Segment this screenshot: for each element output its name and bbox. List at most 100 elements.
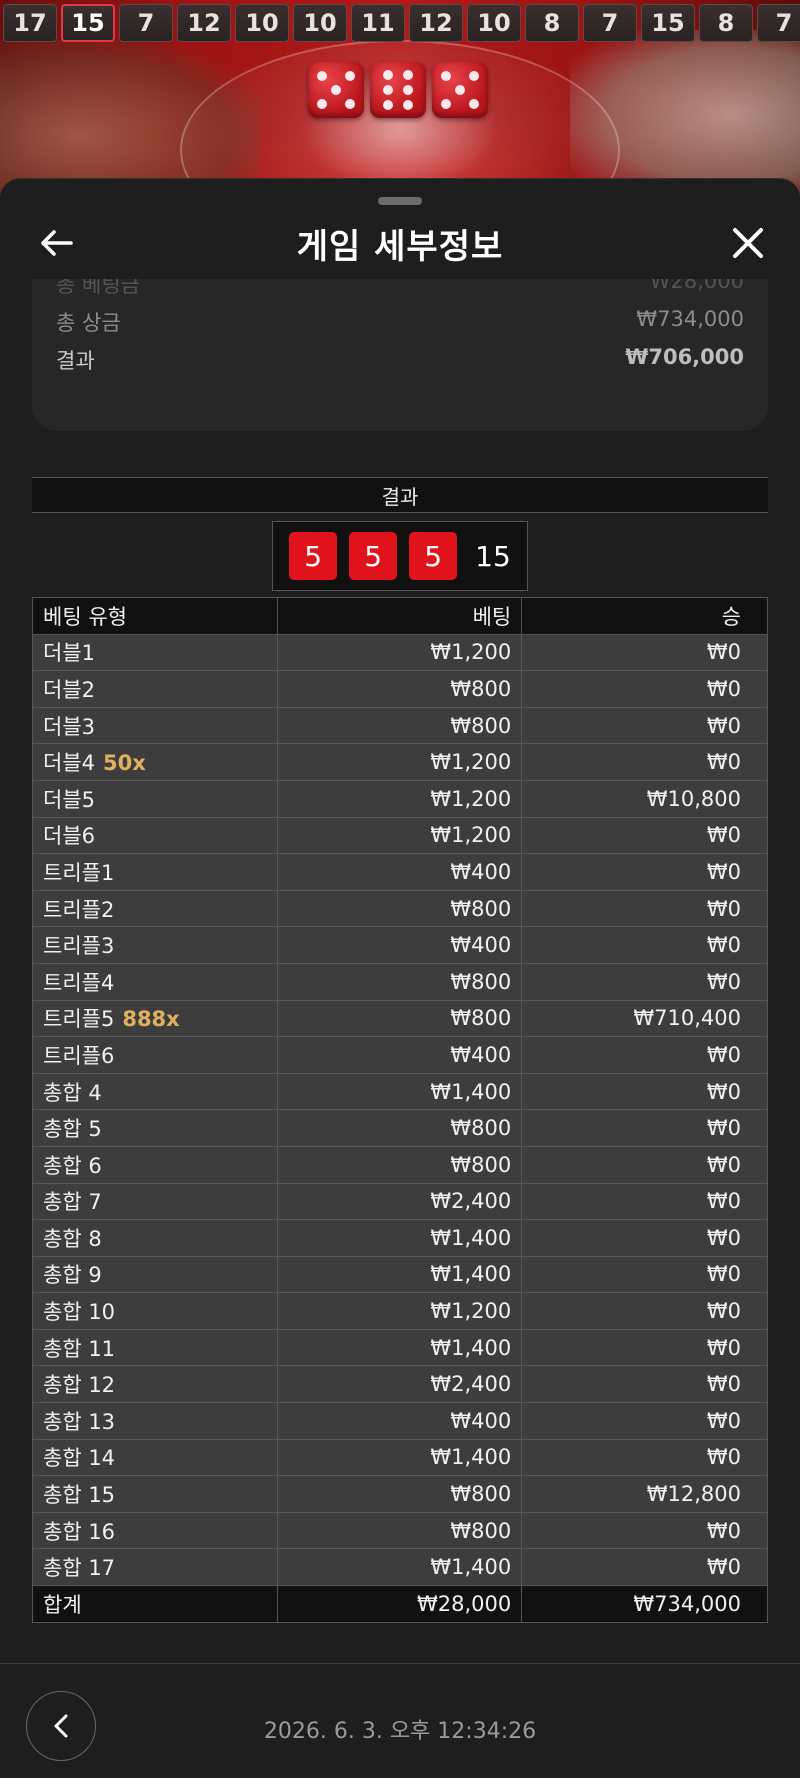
result-dice-box: 5 5 5 15 bbox=[272, 521, 528, 591]
column-header-bet-type: 베팅 유형 bbox=[32, 597, 278, 635]
bet-type-label: 총합 10 bbox=[43, 1300, 116, 1325]
bet-type-cell: 총합 15 bbox=[32, 1475, 278, 1513]
win-amount-cell: ₩0 bbox=[521, 1036, 768, 1074]
bet-type-label: 더블2 bbox=[43, 677, 96, 702]
win-amount-cell: ₩0 bbox=[521, 1109, 768, 1147]
win-amount-cell: ₩10,800 bbox=[521, 779, 768, 818]
bet-amount-cell: ₩1,400 bbox=[276, 1219, 523, 1257]
bet-type-label: 트리플2 bbox=[43, 897, 115, 922]
win-amount-cell: ₩0 bbox=[521, 1511, 768, 1550]
bet-type-cell: 트리플6 bbox=[32, 1036, 278, 1074]
history-tile: 11 bbox=[351, 4, 405, 42]
close-button[interactable] bbox=[726, 221, 770, 265]
bet-type-label: 더블4 bbox=[43, 751, 96, 776]
bet-type-cell: 더블5 bbox=[32, 779, 278, 818]
bet-type-label: 총합 8 bbox=[43, 1226, 102, 1251]
previous-round-button[interactable] bbox=[26, 1691, 96, 1761]
bet-amount-cell: ₩1,400 bbox=[276, 1438, 523, 1477]
bet-type-label: 더블3 bbox=[43, 714, 96, 739]
bet-type-cell: 총합 11 bbox=[32, 1328, 278, 1367]
bet-amount-cell: ₩1,200 bbox=[276, 743, 523, 781]
bet-type-label: 총합 15 bbox=[43, 1483, 116, 1508]
bet-type-cell: 총합 17 bbox=[32, 1548, 278, 1587]
die-icon bbox=[370, 62, 426, 118]
bet-type-label: 트리플4 bbox=[43, 970, 115, 995]
table-row: 더블6 ₩1,200 ₩0 bbox=[32, 816, 768, 855]
bet-amount-cell: ₩1,200 bbox=[276, 779, 523, 818]
history-tile: 10 bbox=[293, 4, 347, 42]
bet-type-label: 더블6 bbox=[43, 824, 96, 849]
bet-type-label: 더블5 bbox=[43, 787, 96, 812]
page-title: 게임 세부정보 bbox=[296, 227, 504, 267]
game-details-sheet: 게임 세부정보 총 베팅금 ₩28,000 총 상금 ₩734,000 결과 ₩… bbox=[0, 178, 800, 1778]
table-row: 총합 12 ₩2,400 ₩0 bbox=[32, 1365, 768, 1404]
table-row: 총합 17 ₩1,400 ₩0 bbox=[32, 1548, 768, 1587]
close-icon bbox=[733, 228, 763, 258]
bet-type-label: 총합 13 bbox=[43, 1409, 116, 1434]
bet-amount-cell: ₩1,400 bbox=[276, 1328, 523, 1367]
table-row: 트리플2 ₩800 ₩0 bbox=[32, 889, 768, 928]
win-amount-cell: ₩0 bbox=[521, 889, 768, 928]
result-die: 5 bbox=[349, 532, 398, 580]
bet-type-cell: 총합 8 bbox=[32, 1219, 278, 1257]
table-row: 트리플1 ₩400 ₩0 bbox=[32, 853, 768, 891]
bet-amount-cell: ₩400 bbox=[276, 853, 523, 891]
history-tile: 15 bbox=[641, 4, 695, 42]
history-tile: 8 bbox=[699, 4, 753, 42]
bet-type-label: 총합 9 bbox=[43, 1263, 102, 1288]
win-amount-cell: ₩710,400 bbox=[521, 999, 768, 1038]
table-row: 총합 10 ₩1,200 ₩0 bbox=[32, 1292, 768, 1330]
table-row: 더블3 ₩800 ₩0 bbox=[32, 706, 768, 745]
bet-type-cell: 더블6 bbox=[32, 816, 278, 855]
bet-type-cell: 트리플5 888x bbox=[32, 999, 278, 1038]
bet-amount-cell: ₩1,200 bbox=[276, 816, 523, 855]
result-total: 15 bbox=[475, 539, 511, 573]
bet-type-label: 총합 4 bbox=[43, 1080, 102, 1105]
multiplier-badge: 50x bbox=[103, 751, 146, 776]
round-timestamp: 2026. 6. 3. 오후 12:34:26 bbox=[263, 1719, 537, 1744]
result-history-bar: 17 15 7 12 10 10 11 12 10 8 7 15 8 7 bbox=[0, 4, 800, 42]
bet-type-label: 트리플1 bbox=[43, 860, 115, 885]
bet-amount-cell: ₩1,200 bbox=[276, 633, 523, 672]
bet-type-label: 트리플5 bbox=[43, 1007, 115, 1032]
result-header: 결과 bbox=[32, 477, 768, 513]
bet-amount-cell: ₩800 bbox=[276, 1109, 523, 1147]
table-row: 총합 13 ₩400 ₩0 bbox=[32, 1402, 768, 1440]
win-amount-cell: ₩0 bbox=[521, 1219, 768, 1257]
summary-row-result: 결과 ₩706,000 bbox=[56, 345, 744, 373]
table-total-row: 합계 ₩28,000 ₩734,000 bbox=[32, 1585, 768, 1623]
table-row: 트리플5 888x ₩800 ₩710,400 bbox=[32, 999, 768, 1038]
bet-type-label: 총합 7 bbox=[43, 1190, 102, 1215]
table-row: 총합 7 ₩2,400 ₩0 bbox=[32, 1182, 768, 1221]
history-tile: 17 bbox=[3, 4, 57, 42]
table-row: 총합 6 ₩800 ₩0 bbox=[32, 1145, 768, 1184]
bet-amount-cell: ₩1,400 bbox=[276, 1072, 523, 1111]
win-amount-cell: ₩0 bbox=[521, 743, 768, 781]
total-win: ₩734,000 bbox=[521, 1585, 768, 1623]
bet-amount-cell: ₩800 bbox=[276, 889, 523, 928]
bet-amount-cell: ₩400 bbox=[276, 1036, 523, 1074]
bet-type-cell: 트리플2 bbox=[32, 889, 278, 928]
win-amount-cell: ₩0 bbox=[521, 1438, 768, 1477]
summary-row-total-bet: 총 베팅금 ₩28,000 bbox=[56, 279, 744, 297]
bet-type-cell: 총합 12 bbox=[32, 1365, 278, 1404]
table-row: 총합 9 ₩1,400 ₩0 bbox=[32, 1255, 768, 1294]
win-amount-cell: ₩0 bbox=[521, 962, 768, 1001]
bet-amount-cell: ₩1,400 bbox=[276, 1255, 523, 1294]
bet-type-cell: 트리플4 bbox=[32, 962, 278, 1001]
bet-type-label: 총합 16 bbox=[43, 1519, 116, 1544]
bet-amount-cell: ₩800 bbox=[276, 962, 523, 1001]
bet-type-cell: 총합 5 bbox=[32, 1109, 278, 1147]
win-amount-cell: ₩0 bbox=[521, 633, 768, 672]
bet-type-cell: 더블1 bbox=[32, 633, 278, 672]
table-row: 총합 8 ₩1,400 ₩0 bbox=[32, 1219, 768, 1257]
bet-type-cell: 총합 6 bbox=[32, 1145, 278, 1184]
bet-amount-cell: ₩800 bbox=[276, 999, 523, 1038]
bet-type-label: 더블1 bbox=[43, 641, 96, 666]
bet-type-cell: 총합 9 bbox=[32, 1255, 278, 1294]
table-row: 총합 16 ₩800 ₩0 bbox=[32, 1511, 768, 1550]
bet-type-cell: 총합 4 bbox=[32, 1072, 278, 1111]
drag-handle[interactable] bbox=[378, 197, 422, 205]
win-amount-cell: ₩0 bbox=[521, 1402, 768, 1440]
table-row: 총합 11 ₩1,400 ₩0 bbox=[32, 1328, 768, 1367]
